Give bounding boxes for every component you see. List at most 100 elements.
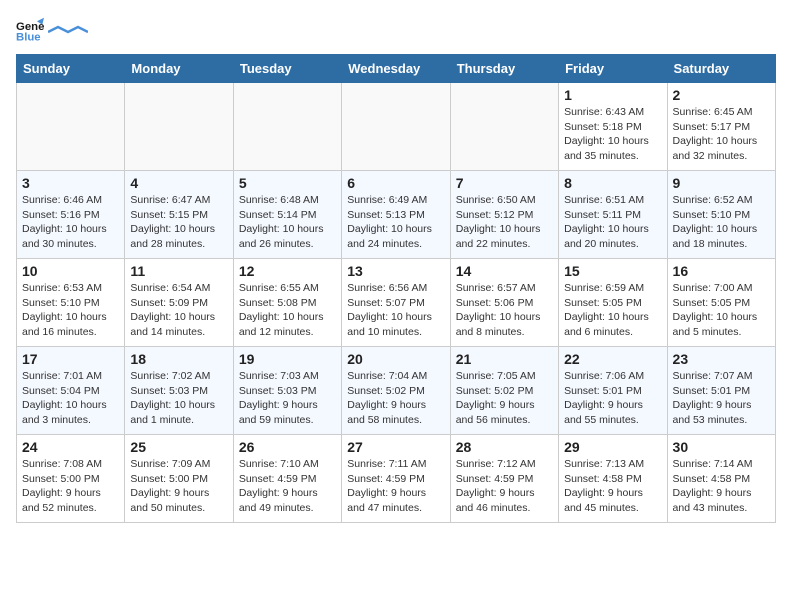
col-header-sunday: Sunday [17,55,125,83]
calendar-cell: 30Sunrise: 7:14 AM Sunset: 4:58 PM Dayli… [667,435,775,523]
day-info: Sunrise: 6:46 AM Sunset: 5:16 PM Dayligh… [22,193,119,252]
day-info: Sunrise: 7:09 AM Sunset: 5:00 PM Dayligh… [130,457,227,516]
day-number: 26 [239,439,336,455]
day-info: Sunrise: 6:52 AM Sunset: 5:10 PM Dayligh… [673,193,770,252]
calendar-week-row: 24 Sunrise: 7:08 AM Sunset: 5:00 PM Dayli… [17,435,776,523]
calendar-cell: 8Sunrise: 6:51 AM Sunset: 5:11 PM Daylig… [559,171,667,259]
calendar-cell [125,83,233,171]
calendar-cell: 22 Sunrise: 7:06 AM Sunset: 5:01 PM Dayli… [559,347,667,435]
calendar-cell: 27 Sunrise: 7:11 AM Sunset: 4:59 PM Dayli… [342,435,450,523]
calendar-cell: 18 Sunrise: 7:02 AM Sunset: 5:03 PM Dayli… [125,347,233,435]
day-number: 9 [673,175,770,191]
day-number: 14 [456,263,553,279]
day-info: Sunrise: 6:57 AM Sunset: 5:06 PM Dayligh… [456,281,553,340]
day-info: Sunrise: 7:13 AM Sunset: 4:58 PM Dayligh… [564,457,661,516]
day-info: Sunrise: 7:01 AM Sunset: 5:04 PM Dayligh… [22,369,119,428]
calendar-week-row: 10 Sunrise: 6:53 AM Sunset: 5:10 PM Dayli… [17,259,776,347]
day-number: 16 [673,263,770,279]
calendar-cell: 5 Sunrise: 6:48 AM Sunset: 5:14 PM Daylig… [233,171,341,259]
day-number: 21 [456,351,553,367]
day-number: 4 [130,175,227,191]
day-info: Sunrise: 7:07 AM Sunset: 5:01 PM Dayligh… [673,369,770,428]
day-info: Sunrise: 6:49 AM Sunset: 5:13 PM Dayligh… [347,193,444,252]
day-number: 23 [673,351,770,367]
calendar-cell: 2Sunrise: 6:45 AM Sunset: 5:17 PM Daylig… [667,83,775,171]
day-number: 24 [22,439,119,455]
day-info: Sunrise: 6:43 AM Sunset: 5:18 PM Dayligh… [564,105,661,164]
day-info: Sunrise: 6:53 AM Sunset: 5:10 PM Dayligh… [22,281,119,340]
day-number: 18 [130,351,227,367]
day-number: 27 [347,439,444,455]
col-header-friday: Friday [559,55,667,83]
col-header-wednesday: Wednesday [342,55,450,83]
calendar-table: SundayMondayTuesdayWednesdayThursdayFrid… [16,54,776,523]
calendar-cell: 12 Sunrise: 6:55 AM Sunset: 5:08 PM Dayli… [233,259,341,347]
calendar-week-row: 3 Sunrise: 6:46 AM Sunset: 5:16 PM Daylig… [17,171,776,259]
page-header: General Blue [16,16,776,44]
day-info: Sunrise: 7:08 AM Sunset: 5:00 PM Dayligh… [22,457,119,516]
logo-wave [48,24,88,34]
calendar-cell [450,83,558,171]
calendar-cell: 6 Sunrise: 6:49 AM Sunset: 5:13 PM Daylig… [342,171,450,259]
col-header-thursday: Thursday [450,55,558,83]
day-info: Sunrise: 7:11 AM Sunset: 4:59 PM Dayligh… [347,457,444,516]
day-info: Sunrise: 7:06 AM Sunset: 5:01 PM Dayligh… [564,369,661,428]
day-number: 11 [130,263,227,279]
day-number: 10 [22,263,119,279]
day-info: Sunrise: 7:03 AM Sunset: 5:03 PM Dayligh… [239,369,336,428]
calendar-cell: 26Sunrise: 7:10 AM Sunset: 4:59 PM Dayli… [233,435,341,523]
calendar-cell [233,83,341,171]
day-number: 22 [564,351,661,367]
calendar-cell: 17 Sunrise: 7:01 AM Sunset: 5:04 PM Dayli… [17,347,125,435]
day-info: Sunrise: 6:55 AM Sunset: 5:08 PM Dayligh… [239,281,336,340]
day-number: 6 [347,175,444,191]
day-number: 12 [239,263,336,279]
day-number: 28 [456,439,553,455]
calendar-cell: 10 Sunrise: 6:53 AM Sunset: 5:10 PM Dayli… [17,259,125,347]
calendar-cell: 23 Sunrise: 7:07 AM Sunset: 5:01 PM Dayli… [667,347,775,435]
calendar-cell: 16 Sunrise: 7:00 AM Sunset: 5:05 PM Dayli… [667,259,775,347]
day-info: Sunrise: 6:50 AM Sunset: 5:12 PM Dayligh… [456,193,553,252]
calendar-cell: 9 Sunrise: 6:52 AM Sunset: 5:10 PM Daylig… [667,171,775,259]
calendar-cell [17,83,125,171]
calendar-cell: 11 Sunrise: 6:54 AM Sunset: 5:09 PM Dayli… [125,259,233,347]
calendar-cell: 25 Sunrise: 7:09 AM Sunset: 5:00 PM Dayli… [125,435,233,523]
calendar-cell: 7 Sunrise: 6:50 AM Sunset: 5:12 PM Daylig… [450,171,558,259]
calendar-week-row: 1 Sunrise: 6:43 AM Sunset: 5:18 PM Daylig… [17,83,776,171]
svg-text:Blue: Blue [16,32,41,44]
calendar-body: 1 Sunrise: 6:43 AM Sunset: 5:18 PM Daylig… [17,83,776,523]
calendar-week-row: 17 Sunrise: 7:01 AM Sunset: 5:04 PM Dayli… [17,347,776,435]
day-number: 20 [347,351,444,367]
col-header-monday: Monday [125,55,233,83]
day-number: 7 [456,175,553,191]
day-info: Sunrise: 6:45 AM Sunset: 5:17 PM Dayligh… [673,105,770,164]
day-number: 1 [564,87,661,103]
day-info: Sunrise: 7:00 AM Sunset: 5:05 PM Dayligh… [673,281,770,340]
calendar-cell: 19Sunrise: 7:03 AM Sunset: 5:03 PM Dayli… [233,347,341,435]
day-info: Sunrise: 6:54 AM Sunset: 5:09 PM Dayligh… [130,281,227,340]
calendar-cell: 24 Sunrise: 7:08 AM Sunset: 5:00 PM Dayli… [17,435,125,523]
day-number: 17 [22,351,119,367]
day-number: 13 [347,263,444,279]
day-info: Sunrise: 6:56 AM Sunset: 5:07 PM Dayligh… [347,281,444,340]
day-number: 29 [564,439,661,455]
logo: General Blue [16,16,88,44]
calendar-cell: 15Sunrise: 6:59 AM Sunset: 5:05 PM Dayli… [559,259,667,347]
day-number: 5 [239,175,336,191]
day-number: 25 [130,439,227,455]
day-number: 30 [673,439,770,455]
calendar-cell: 29 Sunrise: 7:13 AM Sunset: 4:58 PM Dayli… [559,435,667,523]
day-info: Sunrise: 7:02 AM Sunset: 5:03 PM Dayligh… [130,369,227,428]
day-info: Sunrise: 6:51 AM Sunset: 5:11 PM Dayligh… [564,193,661,252]
day-info: Sunrise: 6:47 AM Sunset: 5:15 PM Dayligh… [130,193,227,252]
day-info: Sunrise: 7:04 AM Sunset: 5:02 PM Dayligh… [347,369,444,428]
calendar-cell: 1 Sunrise: 6:43 AM Sunset: 5:18 PM Daylig… [559,83,667,171]
col-header-saturday: Saturday [667,55,775,83]
logo-icon: General Blue [16,16,44,44]
day-number: 3 [22,175,119,191]
day-info: Sunrise: 7:12 AM Sunset: 4:59 PM Dayligh… [456,457,553,516]
col-header-tuesday: Tuesday [233,55,341,83]
calendar-cell: 3 Sunrise: 6:46 AM Sunset: 5:16 PM Daylig… [17,171,125,259]
day-info: Sunrise: 6:48 AM Sunset: 5:14 PM Dayligh… [239,193,336,252]
day-info: Sunrise: 7:05 AM Sunset: 5:02 PM Dayligh… [456,369,553,428]
